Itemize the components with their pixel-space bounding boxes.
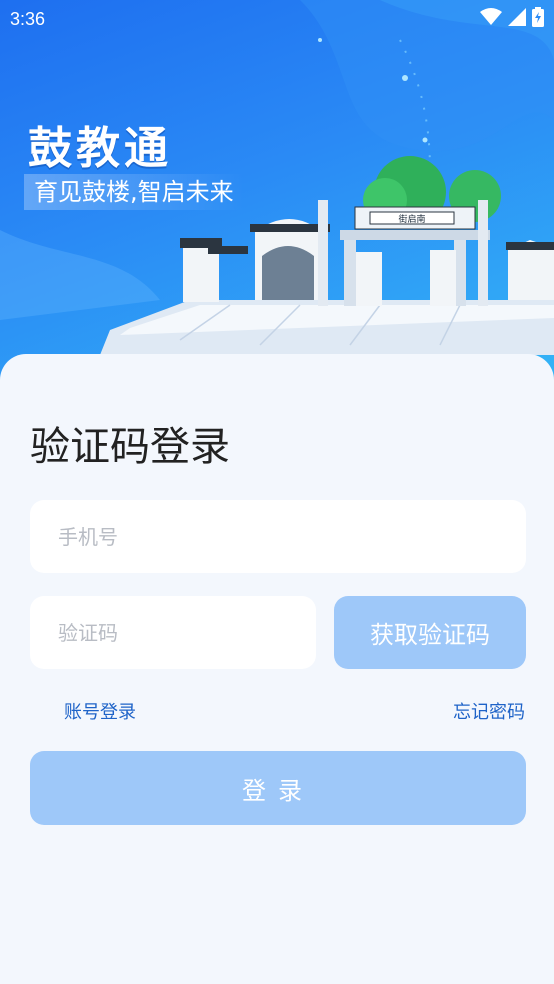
page-title: 验证码登录 [30, 424, 230, 470]
status-bar: 3:36 [0, 0, 554, 38]
phone-input[interactable] [58, 524, 526, 549]
verification-code-input[interactable] [58, 620, 316, 645]
status-time: 3:36 [10, 8, 46, 29]
get-code-button[interactable]: 获取验证码 [334, 596, 526, 669]
status-icons [480, 7, 544, 31]
gate-sign-text: 街启南 [398, 213, 425, 225]
code-field[interactable] [30, 596, 316, 669]
app-name: 鼓教通 [28, 123, 172, 174]
wifi-icon [480, 8, 502, 30]
battery-charging-icon [532, 7, 544, 31]
cellular-signal-icon [508, 8, 526, 30]
hero-banner: 街启南 3:36 鼓教通 育见鼓楼,智启未来 [0, 0, 554, 380]
account-login-link[interactable]: 账号登录 [64, 698, 136, 724]
forgot-password-link[interactable]: 忘记密码 [453, 698, 525, 724]
login-panel: 验证码登录 获取验证码 账号登录 忘记密码 登录 [0, 354, 554, 984]
app-slogan: 育见鼓楼,智启未来 [24, 174, 244, 210]
phone-field[interactable] [30, 500, 526, 573]
login-button[interactable]: 登录 [30, 751, 526, 825]
